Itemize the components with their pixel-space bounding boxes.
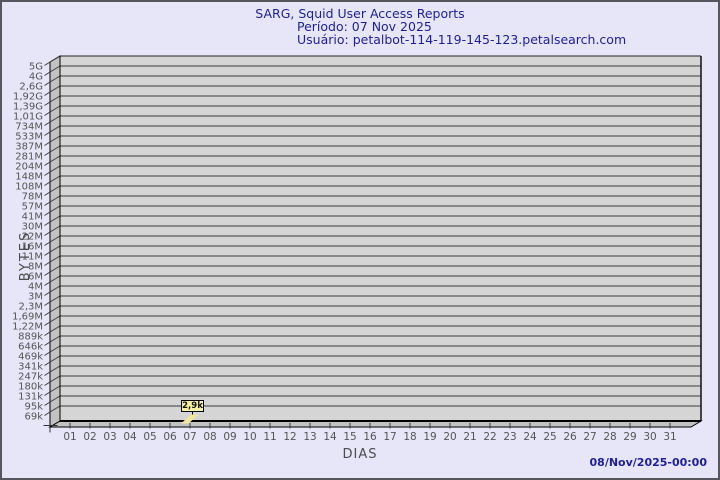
x-tick-label: 12 — [283, 431, 296, 443]
x-tick-label: 15 — [343, 431, 356, 443]
x-tick-label: 29 — [623, 431, 636, 443]
x-tick-label: 05 — [143, 431, 156, 443]
y-tick — [44, 201, 51, 206]
x-tick-label: 07 — [183, 431, 196, 443]
y-tick — [44, 281, 51, 286]
y-tick — [44, 71, 51, 76]
x-tick-label: 06 — [163, 431, 177, 443]
y-tick — [44, 331, 51, 336]
y-tick — [44, 241, 51, 246]
y-tick — [44, 61, 51, 66]
x-tick-label: 30 — [643, 431, 656, 443]
y-tick — [44, 251, 51, 256]
y-tick — [44, 181, 51, 186]
y-tick — [44, 311, 51, 316]
y-tick — [44, 171, 51, 176]
x-tick-label: 22 — [483, 431, 496, 443]
x-tick-label: 20 — [443, 431, 456, 443]
x-tick-label: 10 — [243, 431, 256, 443]
y-tick — [44, 191, 51, 196]
x-tick-label: 24 — [523, 431, 537, 443]
y-tick — [44, 411, 51, 416]
x-tick-label: 23 — [503, 431, 516, 443]
y-tick — [44, 401, 51, 406]
bar-value-label: 2,9k — [181, 400, 204, 412]
y-tick — [44, 351, 51, 356]
x-tick-label: 04 — [123, 431, 137, 443]
y-tick — [44, 261, 51, 266]
y-tick — [44, 141, 51, 146]
x-tick-label: 03 — [103, 431, 116, 443]
y-tick — [44, 231, 51, 236]
x-tick-label: 16 — [363, 431, 377, 443]
x-tick-label: 08 — [203, 431, 216, 443]
sarg-report-screen: SARG, Squid User Access Reports Período:… — [0, 0, 720, 480]
x-tick-label: 28 — [603, 431, 616, 443]
y-tick — [44, 121, 51, 126]
y-tick-label: 69k — [24, 412, 43, 423]
y-tick — [44, 391, 51, 396]
x-tick-label: 13 — [303, 431, 316, 443]
x-tick-label: 25 — [543, 431, 556, 443]
x-tick-label: 18 — [403, 431, 416, 443]
x-tick-label: 31 — [663, 431, 676, 443]
y-tick — [44, 321, 51, 326]
y-tick — [44, 301, 51, 306]
y-tick — [44, 111, 51, 116]
x-tick-label: 09 — [223, 431, 236, 443]
y-tick — [44, 81, 51, 86]
y-tick — [44, 91, 51, 96]
y-tick — [44, 151, 51, 156]
generated-timestamp: 08/Nov/2025-00:00 — [589, 456, 707, 469]
y-tick — [44, 161, 51, 166]
x-tick-label: 27 — [583, 431, 596, 443]
x-tick-label: 14 — [323, 431, 337, 443]
x-tick-label: 11 — [263, 431, 276, 443]
y-tick — [44, 211, 51, 216]
y-tick — [44, 361, 51, 366]
x-tick-label: 02 — [83, 431, 96, 443]
y-axis-title: BYTES — [18, 231, 33, 282]
y-tick — [44, 101, 51, 106]
bytes-per-day-chart: 5G4G2,6G1,92G1,39G1,01G734M533M387M281M2… — [12, 55, 703, 443]
x-tick-label: 01 — [63, 431, 76, 443]
y-tick — [44, 221, 51, 226]
y-tick — [44, 381, 51, 386]
y-tick — [44, 371, 51, 376]
y-tick — [44, 341, 51, 346]
y-tick — [44, 271, 51, 276]
x-tick-label: 26 — [563, 431, 577, 443]
x-tick-label: 19 — [423, 431, 436, 443]
y-tick — [44, 291, 51, 296]
x-tick-label: 21 — [463, 431, 476, 443]
x-tick-label: 17 — [383, 431, 396, 443]
y-tick — [44, 131, 51, 136]
